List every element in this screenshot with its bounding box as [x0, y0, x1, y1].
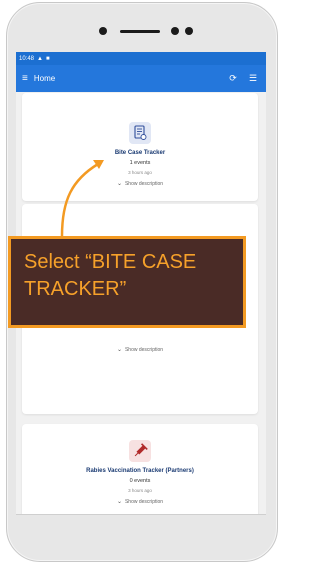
instruction-callout: Select “BITE CASE TRACKER” — [8, 236, 246, 328]
callout-text: Select “BITE CASE TRACKER” — [24, 251, 197, 300]
